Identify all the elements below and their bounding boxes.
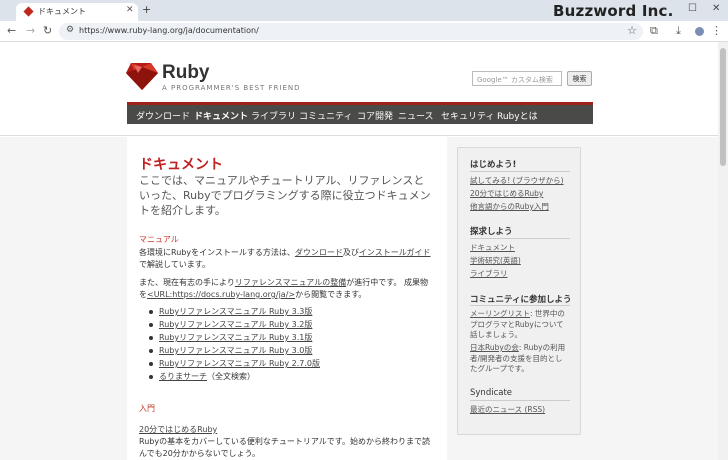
section-heading-manual: マニュアル — [139, 235, 179, 244]
sidebar-link-documentation[interactable]: ドキュメント — [470, 242, 515, 253]
install-text: 各環境にRubyをインストールする方法は、 — [139, 248, 295, 257]
maximize-icon[interactable]: ☐ — [688, 3, 697, 14]
intro-description: Rubyの基本をカバーしている便利なチュートリアルです。始めから終わりまで読んで… — [139, 437, 430, 458]
close-window-icon[interactable]: ✕ — [712, 3, 720, 14]
menu-kebab-icon[interactable]: ⋮ — [711, 24, 722, 37]
sidebar-heading-explore: 探求しよう — [470, 227, 513, 237]
sidebar-divider — [470, 400, 570, 401]
tab-documentation[interactable]: ドキュメント ✕ — [16, 3, 138, 21]
search-input[interactable]: Google™ カスタム検索 — [472, 71, 562, 86]
install-guide-link[interactable]: インストールガイド — [359, 248, 431, 257]
menu-item-core-dev[interactable]: コア開発 — [357, 109, 393, 122]
sidebar-heading-syndicate: Syndicate — [470, 388, 513, 398]
ref-link-3-1[interactable]: Rubyリファレンスマニュアル Ruby 3.1版 — [159, 332, 312, 343]
site-tagline: A PROGRAMMER'S BEST FRIEND — [162, 84, 301, 92]
main-menu: ダウンロード ドキュメント ライブラリ コミュニティ コア開発 ニュース セキュ… — [127, 102, 593, 124]
download-link[interactable]: ダウンロード — [295, 248, 343, 257]
tab-title: ドキュメント — [38, 7, 86, 16]
sidebar-nihon-entry: 日本Rubyの会: Rubyの利用者/開発者の支援を目的としたグループです。 — [470, 343, 570, 375]
new-tab-icon[interactable]: + — [142, 3, 151, 16]
site-info-icon[interactable]: ⚙ — [66, 25, 74, 35]
profile-avatar[interactable] — [695, 27, 704, 36]
intro-20min-link[interactable]: 20分ではじめるRuby — [139, 424, 217, 436]
ref-link-2-7[interactable]: Rubyリファレンスマニュアル Ruby 2.7.0版 — [159, 358, 320, 369]
menu-item-news[interactable]: ニュース — [398, 109, 434, 122]
reference-maintenance-link[interactable]: リファレンスマニュアルの整備 — [235, 278, 346, 287]
bookmark-star-icon[interactable]: ☆ — [627, 24, 637, 37]
address-bar-row: ← → ↻ ⚙ https://www.ruby-lang.org/ja/doc… — [0, 21, 728, 42]
sidebar-link-try[interactable]: 試してみる! (ブラウザから) — [470, 175, 564, 186]
sidebar-heading-community: コミュニティに参加しよう — [470, 295, 572, 305]
sidebar: はじめよう! 試してみる! (ブラウザから) 20分ではじめるRuby 他言語か… — [457, 147, 581, 435]
ref-link-3-0[interactable]: Rubyリファレンスマニュアル Ruby 3.0版 — [159, 345, 312, 356]
download-icon[interactable]: ⤓ — [676, 24, 681, 38]
menu-item-about-ruby[interactable]: Rubyとは — [497, 109, 538, 122]
lead-paragraph: ここでは、マニュアルやチュートリアル、リファレンスといった、Rubyでプログラミ… — [139, 174, 431, 217]
sidebar-link-libraries[interactable]: ライブラリ — [470, 268, 508, 279]
sidebar-divider — [470, 171, 570, 172]
install-text-end: で解説しています。 — [139, 260, 210, 269]
url-text: https://www.ruby-lang.org/ja/documentati… — [79, 26, 259, 35]
search-button[interactable]: 検索 — [567, 71, 592, 86]
ref-text: また、現在有志の手により — [139, 278, 235, 287]
ruby-logo-icon[interactable] — [125, 61, 159, 91]
install-and: 及び — [342, 248, 359, 257]
ref-text-end: から閲覧できます。 — [295, 290, 367, 299]
ref-link-3-3[interactable]: Rubyリファレンスマニュアル Ruby 3.3版 — [159, 306, 312, 317]
tab-bar: ドキュメント ✕ + Buzzword Inc. – ☐ ✕ — [0, 0, 728, 21]
menu-item-libraries[interactable]: ライブラリ — [251, 109, 296, 122]
forward-icon[interactable]: → — [26, 24, 35, 37]
url-field[interactable]: ⚙ https://www.ruby-lang.org/ja/documenta… — [59, 23, 643, 40]
site-header: Ruby A PROGRAMMER'S BEST FRIEND Google™ … — [0, 42, 718, 136]
sidebar-link-nihon-ruby[interactable]: 日本Rubyの会 — [470, 343, 519, 352]
sidebar-divider — [470, 305, 570, 306]
extensions-icon[interactable]: ⧉ — [650, 24, 658, 38]
watermark: Buzzword Inc. — [553, 2, 674, 20]
minimize-icon[interactable]: – — [661, 3, 666, 14]
sidebar-link-20min[interactable]: 20分ではじめるRuby — [470, 188, 543, 199]
scrollbar-thumb[interactable] — [720, 48, 726, 166]
rurema-note: （全文検索） — [207, 372, 255, 381]
install-paragraph: 各環境にRubyをインストールする方法は、ダウンロード及びインストールガイドで解… — [139, 247, 435, 271]
ref-link-3-2[interactable]: Rubyリファレンスマニュアル Ruby 3.2版 — [159, 319, 312, 330]
sidebar-divider — [470, 238, 570, 239]
rurema-search-link[interactable]: るりまサーチ — [159, 371, 207, 382]
site-title[interactable]: Ruby — [162, 62, 210, 84]
ruby-favicon-icon — [23, 6, 34, 17]
back-icon[interactable]: ← — [7, 24, 16, 37]
sidebar-ml-entry: メーリングリスト: 世界中のプログラマとRubyについて話しましょう。 — [470, 309, 570, 341]
sidebar-link-academic[interactable]: 学術研究(英語) — [470, 255, 521, 266]
menu-item-community[interactable]: コミュニティ — [299, 109, 352, 122]
reference-paragraph: また、現在有志の手によりリファレンスマニュアルの整備が進行中です。 成果物を<U… — [139, 277, 435, 301]
menu-item-security[interactable]: セキュリティ — [441, 109, 494, 122]
menu-item-documentation[interactable]: ドキュメント — [194, 109, 248, 122]
section-heading-intro: 入門 — [139, 404, 155, 413]
sidebar-link-rss[interactable]: 最近のニュース (RSS) — [470, 404, 545, 415]
sidebar-heading-start: はじめよう! — [470, 160, 517, 170]
page-title: ドキュメント — [139, 157, 223, 173]
sidebar-link-other-langs[interactable]: 他言語からのRuby入門 — [470, 201, 549, 212]
reload-icon[interactable]: ↻ — [43, 24, 52, 37]
docs-url-link[interactable]: <URL:https://docs.ruby-lang.org/ja/> — [147, 290, 295, 299]
close-tab-icon[interactable]: ✕ — [126, 5, 134, 15]
sidebar-link-mailing-list[interactable]: メーリングリスト — [470, 309, 530, 318]
menu-item-download[interactable]: ダウンロード — [136, 109, 190, 122]
page-viewport: Ruby A PROGRAMMER'S BEST FRIEND Google™ … — [0, 42, 718, 460]
